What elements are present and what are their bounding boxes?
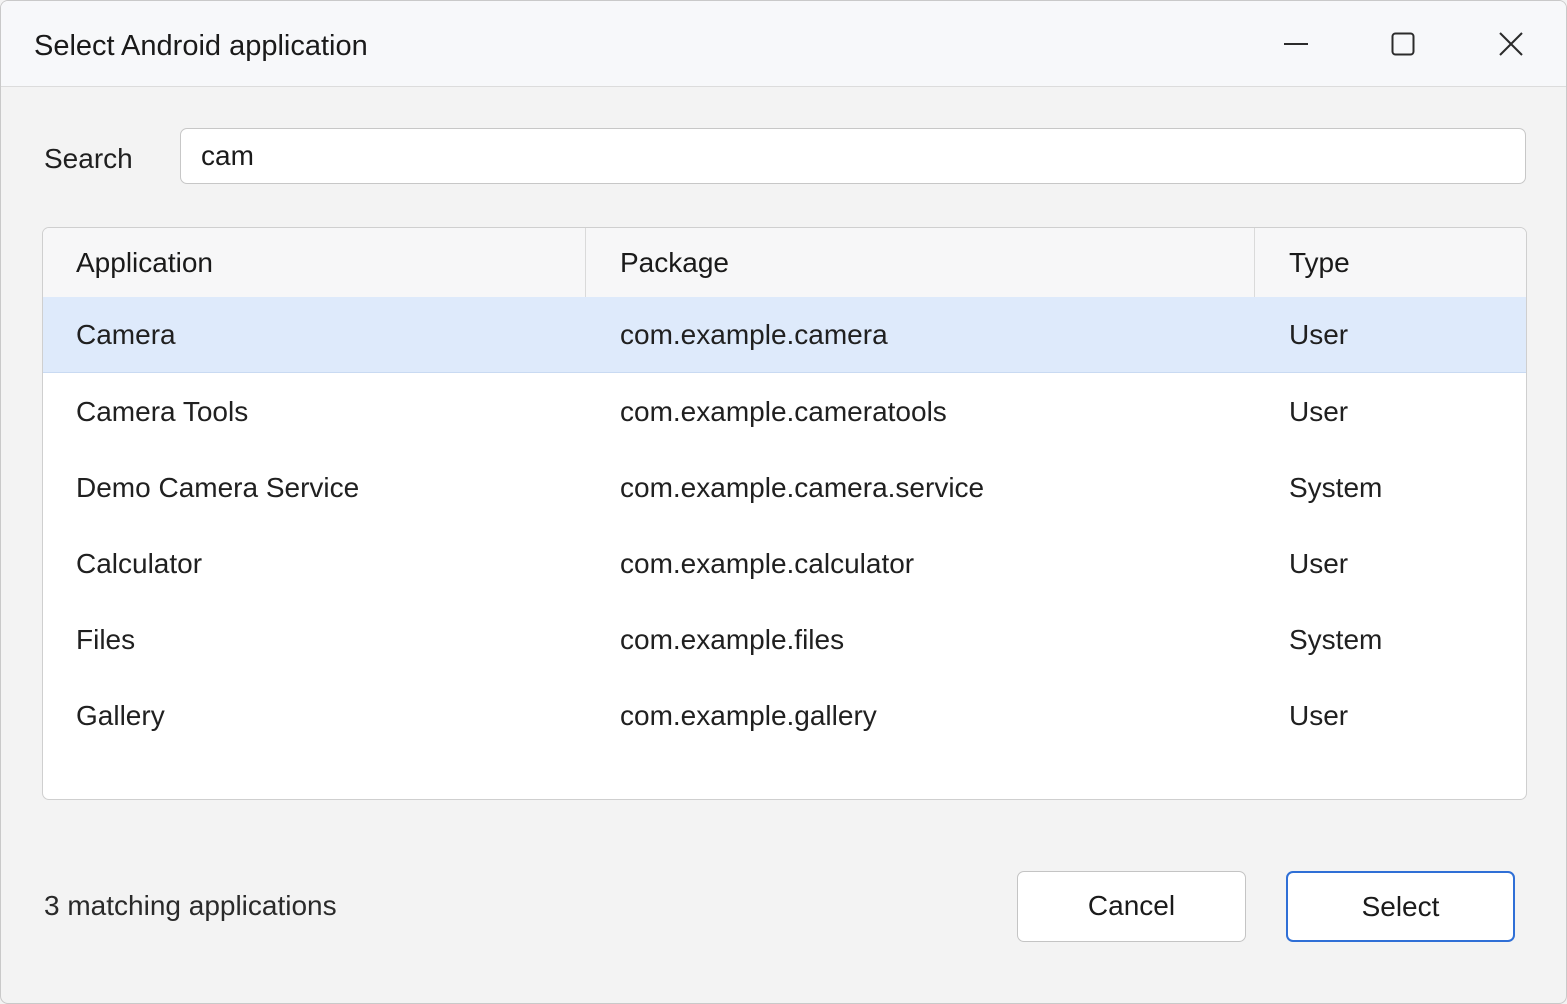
column-header-package[interactable]: Package [586, 228, 1255, 297]
search-label: Search [44, 143, 133, 174]
match-count-status: 3 matching applications [44, 890, 337, 921]
row-application: Camera [76, 319, 176, 350]
row-package: com.example.files [620, 624, 845, 655]
row-package: com.example.gallery [620, 700, 877, 731]
table-row[interactable]: Files com.example.files System [43, 602, 1526, 678]
title-bar: Select Android application [1, 1, 1566, 87]
table-row[interactable]: Demo Camera Service com.example.camera.s… [43, 450, 1526, 526]
row-type: User [1289, 396, 1349, 427]
row-application: Calculator [76, 548, 203, 579]
table-header: Application Package Type [43, 228, 1526, 298]
row-type: System [1289, 472, 1383, 503]
row-type: User [1289, 548, 1349, 579]
row-application: Demo Camera Service [76, 472, 360, 503]
column-header-application[interactable]: Application [43, 228, 586, 297]
maximize-button[interactable] [1380, 21, 1426, 67]
close-icon [1499, 32, 1523, 56]
window-title: Select Android application [34, 30, 368, 62]
cancel-button[interactable]: Cancel [1017, 871, 1246, 942]
row-type: System [1289, 624, 1383, 655]
applications-table: Application Package Type Camera com.exam… [42, 227, 1527, 800]
select-button[interactable]: Select [1286, 871, 1515, 942]
search-input[interactable] [180, 128, 1526, 184]
row-type: User [1289, 700, 1349, 731]
row-package: com.example.cameratools [620, 396, 947, 427]
table-row[interactable]: Camera com.example.camera User [43, 297, 1526, 373]
row-application: Camera Tools [76, 396, 249, 427]
minimize-icon [1284, 43, 1308, 45]
maximize-icon [1391, 32, 1415, 56]
table-row[interactable]: Calculator com.example.calculator User [43, 526, 1526, 602]
minimize-button[interactable] [1273, 21, 1319, 67]
table-row[interactable]: Gallery com.example.gallery User [43, 678, 1526, 754]
dialog-window: Select Android application Search Applic… [0, 0, 1567, 1004]
row-application: Gallery [76, 700, 165, 731]
row-application: Files [76, 624, 136, 655]
close-button[interactable] [1488, 21, 1534, 67]
row-package: com.example.calculator [620, 548, 915, 579]
column-header-type[interactable]: Type [1255, 228, 1526, 297]
row-type: User [1289, 319, 1349, 350]
table-row[interactable]: Camera Tools com.example.cameratools Use… [43, 374, 1526, 450]
row-package: com.example.camera [620, 319, 888, 350]
row-package: com.example.camera.service [620, 472, 985, 503]
